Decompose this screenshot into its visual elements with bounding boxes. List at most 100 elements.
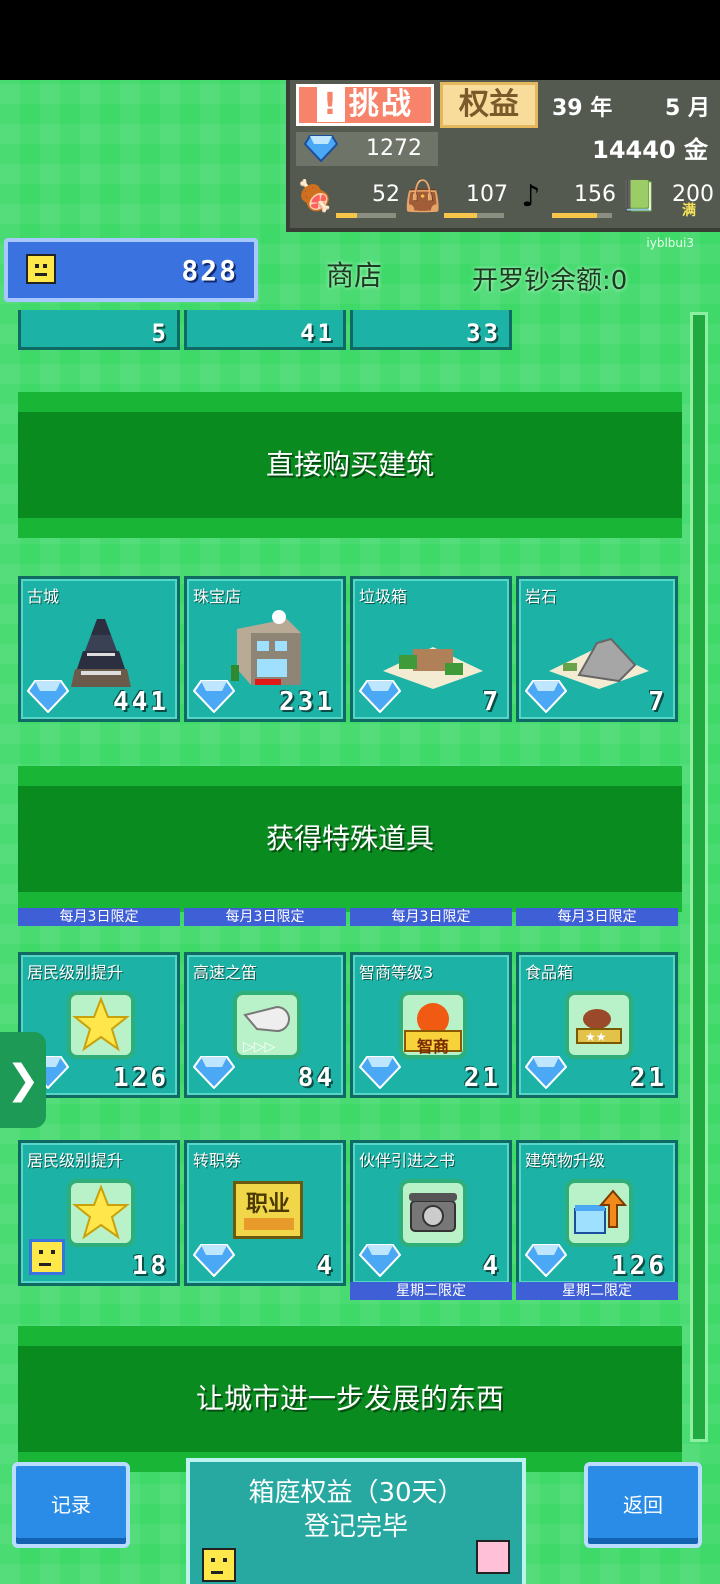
resident-icon [26,254,56,284]
resident-count-box: 828 [4,238,258,302]
scrollbar[interactable] [690,312,708,1442]
building-tile-rock[interactable]: 岩石 7 [516,576,678,722]
section-title: 直接购买建筑 [265,448,434,481]
girl-avatar [476,1540,510,1574]
resident-count: 828 [181,254,238,287]
rights-button[interactable]: 权益 [440,82,538,128]
item-price: 126 [113,1063,169,1093]
svg-text:▷▷▷: ▷▷▷ [243,1039,276,1055]
shop-list[interactable]: 5 41 33 直接购买建筑 古城 441 珠宝店 231 垃圾箱 7 岩石 7… [0,310,720,1522]
challenge-button[interactable]: ! 挑战 [296,84,434,126]
item-price: 7 [482,687,501,717]
item-name: 食品箱 [525,963,574,982]
item-price: 4 [316,1251,335,1281]
item-tile-food-box[interactable]: 食品箱 ★★ 21 [516,952,678,1098]
item-price: 21 [463,1063,501,1093]
item-name: 伙伴引进之书 [359,1151,456,1170]
phone-icon [399,1179,467,1247]
item-tile-speed-whistle[interactable]: 高速之笛 ▷▷▷ 84 [184,952,346,1098]
food-icon: 🍖 [296,179,334,214]
item-price: 231 [279,687,335,717]
rights-panel-title: 箱庭权益（30天） [248,1478,464,1508]
stat-value: 107 [466,182,508,207]
status-hud: !挑战 权益 39 年 5 月 1272 14440 金 🍖 52 👜 107 [286,80,720,232]
job-ticket-icon: 职业 [233,1181,303,1239]
limit-tag: 星期二限定 [350,1282,512,1300]
diamond-icon [525,1244,567,1277]
iq-label: 智商 [416,1037,449,1056]
item-name: 居民级别提升 [27,1151,124,1170]
whistle-icon: ▷▷▷ [233,991,301,1059]
partial-item-tile[interactable]: 5 [18,310,180,350]
stat-bar [336,213,396,218]
section-title: 让城市进一步发展的东西 [195,1382,504,1415]
alert-icon: ! [317,87,345,122]
item-name: 建筑物升级 [525,1151,606,1170]
item-price: 33 [466,319,501,347]
diamond-icon [193,1056,235,1089]
building-upgrade-icon [565,1179,633,1247]
stat-food: 🍖 52 [296,174,402,224]
iq-apple-icon: 智商 [399,991,467,1059]
star-icon [67,991,135,1059]
item-tile-resident-level-up-2[interactable]: 居民级别提升 18 [18,1140,180,1286]
month-display: 5 月 [665,96,710,121]
resource-stats: 🍖 52 👜 107 ♪ 156 📗 200 满 [296,174,716,224]
back-button[interactable]: 返回 [584,1462,702,1548]
limit-tag: 星期二限定 [516,1282,678,1300]
item-tile-job-ticket[interactable]: 转职券 职业 4 [184,1140,346,1286]
rights-panel-status: 登记完毕 [303,1512,408,1542]
section-banner-buy-buildings: 直接购买建筑 [18,392,682,538]
music-note-icon: ♪ [521,179,541,214]
castle-icon [71,619,131,687]
item-price: 41 [300,319,335,347]
records-button[interactable]: 记录 [12,1462,130,1548]
item-name: 转职券 [193,1151,242,1170]
limit-tag: 每月3日限定 [18,908,180,926]
item-tile-iq-level[interactable]: 智商等级3 智商 21 [350,952,512,1098]
item-price: 7 [648,687,667,717]
partial-item-tile[interactable]: 33 [350,310,512,350]
side-menu-arrow[interactable]: ❯ [0,1032,46,1128]
diamond-icon [525,680,567,713]
building-tile-castle[interactable]: 古城 441 [18,576,180,722]
item-price: 84 [297,1063,335,1093]
stat-value: 52 [372,182,400,207]
diamond-icon [359,1056,401,1089]
watermark: iyblbui3 [646,236,694,250]
building-tile-trash-bin[interactable]: 垃圾箱 7 [350,576,512,722]
diamond-icon [359,680,401,713]
section-title: 获得特殊道具 [265,822,434,855]
diamond-icon [193,1244,235,1277]
item-price: 21 [629,1063,667,1093]
item-price: 5 [151,319,169,347]
item-price: 126 [611,1251,667,1281]
item-tile-partner-book[interactable]: 伙伴引进之书 4 [350,1140,512,1286]
resident-icon [29,1239,65,1275]
item-price: 18 [131,1251,169,1281]
partial-item-tile[interactable]: 41 [184,310,346,350]
stat-value: 156 [574,182,616,207]
job-ticket-label: 职业 [245,1192,290,1217]
page-title: 商店 [326,259,383,292]
item-price: 441 [113,687,169,717]
gold-balance: 14440 金 [592,136,708,164]
diamond-icon [525,1056,567,1089]
building-tile-jewelry-store[interactable]: 珠宝店 231 [184,576,346,722]
cairo-balance: 开罗钞余额:0 [472,266,628,296]
item-tile-building-upgrade[interactable]: 建筑物升级 126 [516,1140,678,1286]
gem-count: 1272 [366,136,422,161]
section-banner-city-growth: 让城市进一步发展的东西 [18,1326,682,1472]
item-name: 居民级别提升 [27,963,124,982]
item-name: 古城 [27,587,60,606]
hakoniwa-rights-panel[interactable]: 箱庭权益（30天） 登记完毕 [186,1458,526,1584]
item-price: 4 [482,1251,501,1281]
section-banner-special-items: 获得特殊道具 [18,766,682,912]
jewelry-store-icon [231,610,301,685]
stat-education: 📗 200 满 [620,174,716,224]
stat-bar [444,213,504,218]
item-name: 珠宝店 [193,587,242,606]
star-icon [67,1179,135,1247]
limit-tag: 每月3日限定 [350,908,512,926]
bag-icon: 👜 [404,179,442,214]
